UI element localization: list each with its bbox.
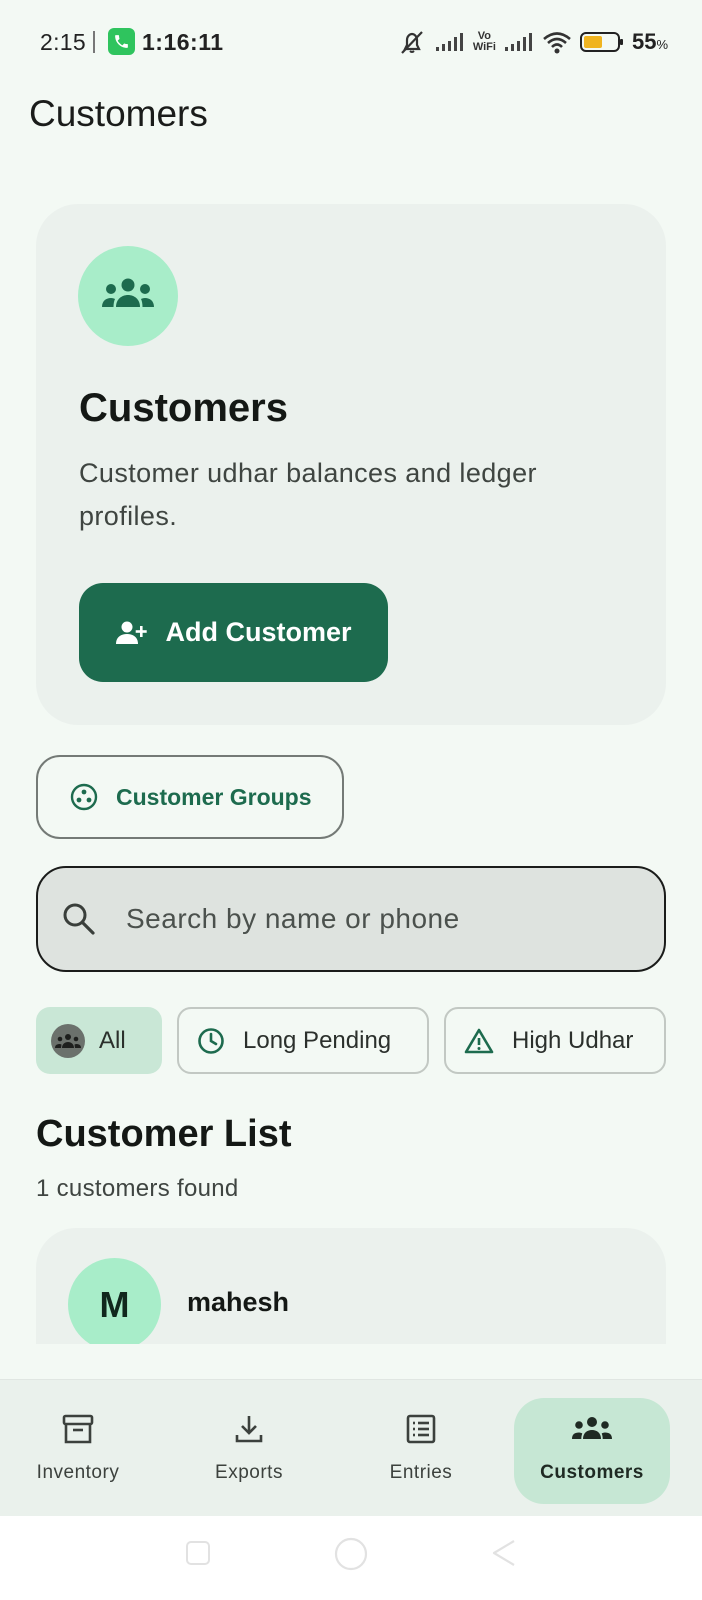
status-indicators: Vo WiFi 55% [397,26,668,58]
search-icon [63,903,95,935]
archive-icon [62,1414,94,1444]
status-bar: 2:15 1:16:11 Vo WiFi 55% [0,0,702,84]
nav-entries-label: Entries [389,1462,453,1483]
nav-exports-label: Exports [215,1462,283,1483]
signal-icon [435,31,465,53]
add-customer-label: Add Customer [165,617,352,647]
search-bar[interactable] [36,866,666,972]
customer-groups-label: Customer Groups [116,783,312,810]
avatar: M [68,1258,161,1344]
hero-description: Customer udhar balances and ledger profi… [79,458,537,531]
hero-icon-badge [78,246,178,346]
home-icon[interactable] [333,1536,369,1572]
nav-entries[interactable]: Entries [343,1398,499,1504]
person-add-icon [116,621,148,644]
status-time: 2:15 [40,29,86,55]
filter-chip-long-pending[interactable]: Long Pending [177,1007,429,1074]
customer-list-title: Customer List [36,1113,292,1155]
alarm-off-icon [397,29,427,55]
customers-hero-card: Customers Customer udhar balances and le… [36,204,666,725]
call-icon [108,28,135,55]
hero-title: Customers [79,386,288,430]
nav-exports[interactable]: Exports [171,1398,327,1504]
download-icon [235,1416,263,1443]
battery-value: 55 [631,29,657,54]
search-input[interactable] [124,902,628,936]
signal-icon-2 [504,31,534,53]
system-navigation-bar [0,1516,702,1600]
battery-unit: % [656,37,668,52]
battery-percent: 55% [632,29,668,55]
nav-inventory-label: Inventory [36,1462,120,1483]
warning-icon [464,1028,494,1053]
all-groups-icon [51,1023,85,1058]
customer-count: 1 customers found [36,1175,239,1202]
recents-icon[interactable] [185,1540,211,1566]
customer-card[interactable]: M mahesh [36,1228,666,1344]
battery-icon [579,31,624,53]
call-duration: 1:16:11 [142,29,224,55]
bottom-navigation: Inventory Exports Entries Customers [0,1379,702,1517]
filter-long-pending-label: Long Pending [243,1026,392,1054]
vowifi-bottom: WiFi [472,41,496,53]
page-title: Customers [29,93,208,134]
clock-icon [198,1027,224,1054]
customer-groups-button[interactable]: Customer Groups [36,755,344,839]
status-separator [93,31,95,53]
filter-chip-high-udhar[interactable]: High Udhar [444,1007,666,1074]
wifi-icon [542,30,572,54]
filter-all-label: All [99,1026,126,1054]
nav-customers[interactable]: Customers [514,1398,670,1504]
back-icon[interactable] [490,1538,518,1568]
filter-high-udhar-label: High Udhar [512,1026,634,1054]
groups-icon [102,278,154,307]
nav-customers-label: Customers [540,1462,644,1483]
vowifi-indicator: Vo WiFi [473,31,496,53]
list-icon [406,1414,436,1444]
groups-circle-icon [70,783,98,811]
add-customer-button[interactable]: Add Customer [79,583,388,682]
filter-chip-all[interactable]: All [36,1007,162,1074]
groups-icon [572,1417,612,1439]
customer-name: mahesh [187,1287,290,1317]
nav-inventory[interactable]: Inventory [0,1398,156,1504]
